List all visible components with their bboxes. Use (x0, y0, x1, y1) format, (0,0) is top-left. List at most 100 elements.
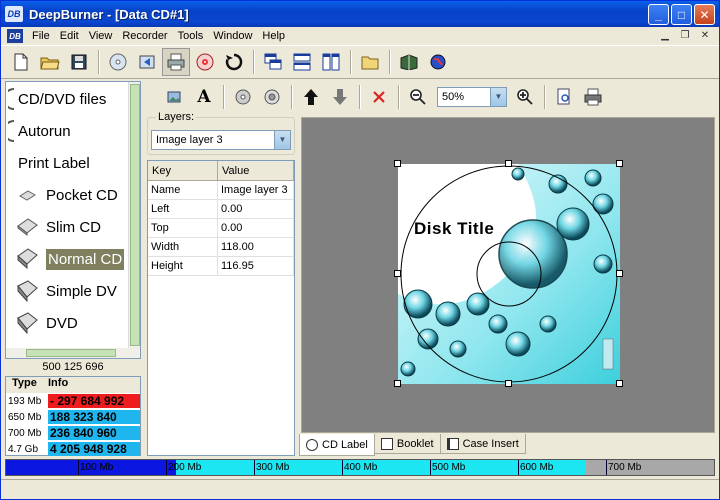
menu-view[interactable]: View (84, 30, 118, 42)
resize-handle-sw[interactable] (394, 380, 401, 387)
nav-item-cd-dvd-files[interactable]: CD/DVD files (6, 84, 130, 114)
table-row[interactable]: Width 118.00 (148, 238, 294, 257)
tile-vertical-button[interactable] (317, 48, 345, 76)
print-button[interactable] (579, 83, 607, 111)
cd-icon (306, 438, 318, 451)
scroll-thumb[interactable] (26, 349, 116, 357)
table-row[interactable]: Top 0.00 (148, 219, 294, 238)
new-button[interactable] (7, 48, 35, 76)
cascade-windows-icon (264, 53, 282, 70)
media-type: 650 Mb (8, 411, 42, 423)
maximize-button[interactable]: □ (671, 4, 692, 25)
minimize-button[interactable]: _ (648, 4, 669, 25)
burn-button[interactable] (191, 48, 219, 76)
tab-label: Case Insert (462, 437, 519, 450)
table-row[interactable]: Height 116.95 (148, 257, 294, 276)
property-value[interactable]: 116.95 (218, 257, 294, 275)
menu-file[interactable]: File (27, 30, 55, 42)
nav-item-normal-cd[interactable]: Normal CD (6, 244, 130, 274)
tab-cd-label[interactable]: CD Label (299, 434, 375, 456)
tab-case-insert[interactable]: Case Insert (439, 434, 526, 454)
open-button[interactable] (36, 48, 64, 76)
panel-splitter[interactable] (141, 81, 145, 457)
cd-label-image[interactable]: Disk Title (398, 164, 620, 384)
property-key: Width (148, 238, 218, 256)
autorun-button[interactable] (133, 48, 161, 76)
nav-item-pocket-cd[interactable]: Pocket CD (6, 180, 130, 210)
menu-window[interactable]: Window (208, 30, 257, 42)
doc-close-button[interactable]: ✕ (697, 28, 713, 42)
booklet-icon (380, 437, 393, 450)
capacity-remaining: 4 205 948 928 (48, 442, 140, 456)
tree-horizontal-scrollbar[interactable] (6, 348, 130, 358)
toolbar-separator (291, 85, 293, 109)
refresh-button[interactable] (220, 48, 248, 76)
resize-handle-n[interactable] (505, 160, 512, 167)
media-type: 193 Mb (8, 395, 42, 407)
add-text-button[interactable]: A (190, 83, 218, 111)
project-tree[interactable]: CD/DVD files Autorun Print Label Pocket … (5, 81, 141, 359)
resize-handle-nw[interactable] (394, 160, 401, 167)
resize-handle-se[interactable] (616, 380, 623, 387)
label-toolbar: A 50% ▼ (147, 81, 719, 113)
property-value[interactable]: 0.00 (218, 219, 294, 237)
label-canvas[interactable]: Disk Title (301, 117, 715, 433)
open-folder-button[interactable] (356, 48, 384, 76)
resize-handle-e[interactable] (616, 270, 623, 277)
nav-item-dvd[interactable]: DVD (6, 308, 130, 338)
tree-vertical-scrollbar[interactable] (128, 82, 140, 358)
cd-case-icon (17, 218, 38, 237)
menu-recorder[interactable]: Recorder (117, 30, 172, 42)
tile-horizontal-button[interactable] (288, 48, 316, 76)
resize-handle-ne[interactable] (616, 160, 623, 167)
chevron-down-icon[interactable]: ▼ (274, 131, 290, 149)
nav-label: Normal CD (46, 248, 125, 270)
burn-disc-icon (196, 53, 214, 71)
layers-legend: Layers: (156, 111, 197, 123)
bring-forward-button[interactable] (229, 83, 257, 111)
title-bar[interactable]: DB DeepBurner - [Data CD#1] _ □ ✕ (1, 1, 719, 27)
close-button[interactable]: ✕ (694, 4, 715, 25)
cascade-button[interactable] (259, 48, 287, 76)
property-value[interactable]: 118.00 (218, 238, 294, 256)
move-up-button[interactable] (297, 83, 325, 111)
dvd-case-icon (17, 280, 38, 302)
print-label-button[interactable] (162, 48, 190, 76)
scroll-thumb[interactable] (130, 84, 140, 346)
menu-tools[interactable]: Tools (173, 30, 209, 42)
property-value[interactable]: Image layer 3 (218, 181, 294, 199)
table-row[interactable]: Left 0.00 (148, 200, 294, 219)
nav-item-autorun[interactable]: Autorun (6, 116, 130, 146)
print-preview-button[interactable] (550, 83, 578, 111)
send-backward-button[interactable] (258, 83, 286, 111)
zoom-select[interactable]: 50% ▼ (437, 87, 507, 107)
resize-handle-s[interactable] (505, 380, 512, 387)
web-button[interactable] (424, 48, 452, 76)
property-value[interactable]: 0.00 (218, 200, 294, 218)
delete-layer-button[interactable] (365, 83, 393, 111)
capacity-tick: 600 Mb (518, 460, 554, 475)
disk-title-text[interactable]: Disk Title (414, 219, 494, 239)
tab-booklet[interactable]: Booklet (373, 434, 441, 454)
document-icon[interactable]: DB (7, 29, 23, 43)
printer-icon (584, 88, 602, 106)
layers-select[interactable]: Image layer 3 ▼ (151, 130, 291, 150)
chevron-down-icon[interactable]: ▼ (490, 88, 506, 106)
help-book-button[interactable] (395, 48, 423, 76)
label-type-tabs: CD Label Booklet Case Insert (299, 434, 526, 456)
add-image-button[interactable] (161, 83, 189, 111)
nav-item-print-label[interactable]: Print Label (6, 148, 130, 178)
doc-minimize-button[interactable]: ▁ (657, 28, 673, 42)
doc-restore-button[interactable]: ❐ (677, 28, 693, 42)
data-cd-button[interactable] (104, 48, 132, 76)
resize-handle-w[interactable] (394, 270, 401, 277)
zoom-out-button[interactable] (404, 83, 432, 111)
move-down-button[interactable] (326, 83, 354, 111)
save-button[interactable] (65, 48, 93, 76)
nav-item-simple-dvd[interactable]: Simple DV (6, 276, 130, 306)
menu-help[interactable]: Help (257, 30, 290, 42)
zoom-in-button[interactable] (511, 83, 539, 111)
table-row[interactable]: Name Image layer 3 (148, 181, 294, 200)
nav-item-slim-cd[interactable]: Slim CD (6, 212, 130, 242)
menu-edit[interactable]: Edit (55, 30, 84, 42)
